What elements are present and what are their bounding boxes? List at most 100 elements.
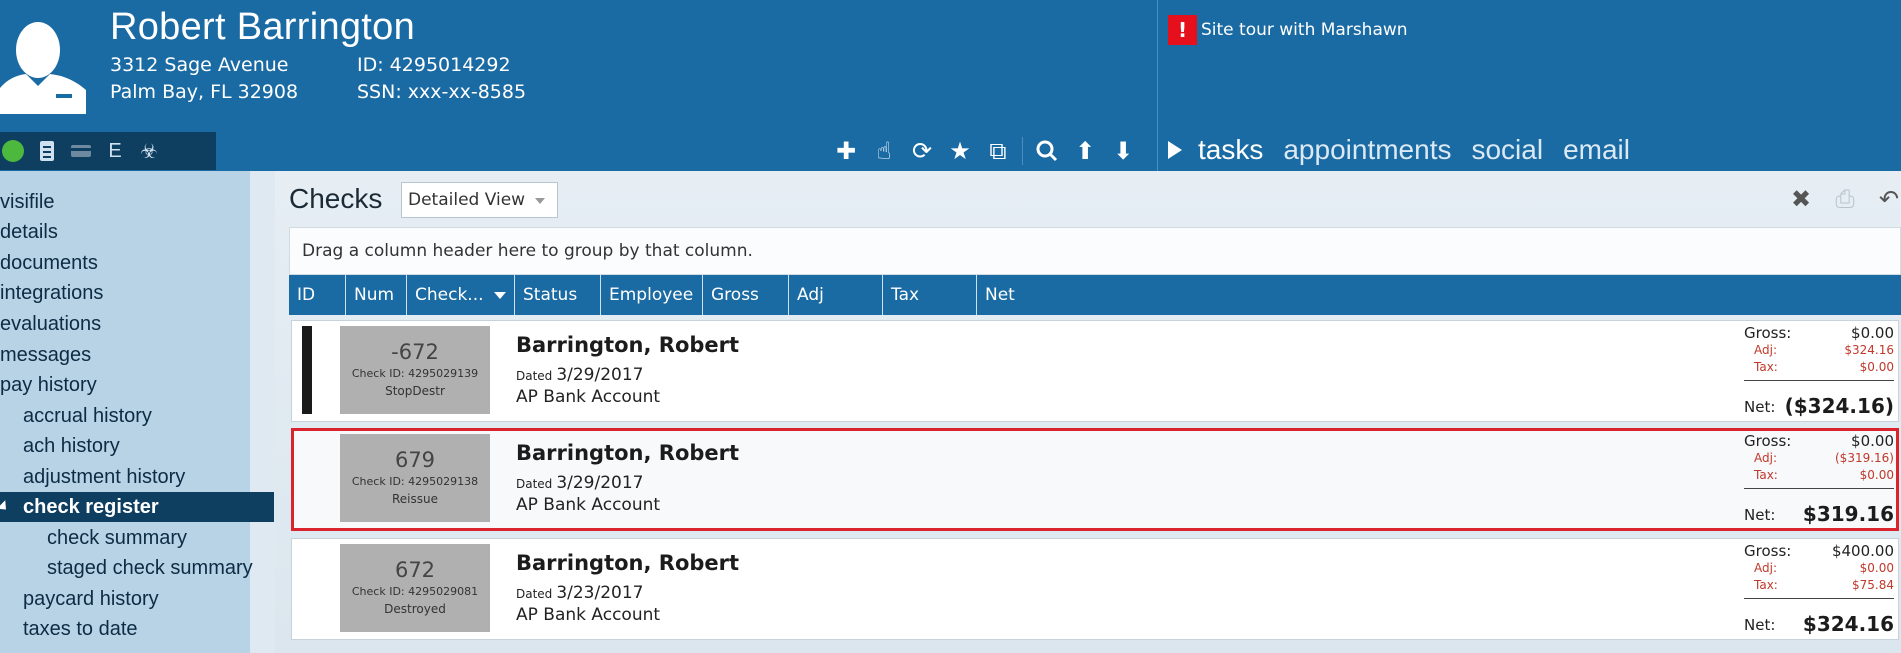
tab-social[interactable]: social [1471, 134, 1543, 166]
sidebar-item-details[interactable]: details [0, 217, 274, 247]
employee-ssn: SSN: xxx-xx-8585 [357, 81, 527, 103]
column-header-status[interactable]: Status [514, 275, 600, 315]
task-nav: tasks appointments social email [1168, 130, 1650, 170]
play-icon[interactable] [1168, 141, 1182, 159]
header-toolbar: ✚ ☝ ⟳ ★ ⧉ ⬆ ⬇ [832, 134, 1137, 168]
tab-email[interactable]: email [1563, 134, 1630, 166]
check-summary: Gross: $0.00 Adj: $324.16 Tax: $0.00 Net: ($… [1744, 324, 1894, 418]
arrow-up-icon[interactable]: ⬆ [1071, 136, 1099, 166]
sidebar: visifile details documents integrations … [0, 171, 274, 653]
sidebar-item-check-summary[interactable]: check summary [0, 523, 274, 553]
sidebar-item-accrual-history[interactable]: accrual history [0, 401, 274, 431]
bank-account: AP Bank Account [516, 387, 661, 407]
net-label: Net: [1744, 506, 1776, 524]
view-select-value: Detailed View [408, 190, 526, 210]
gross-value: $0.00 [1851, 324, 1894, 342]
gross-label: Gross: [1744, 542, 1792, 560]
check-tile[interactable]: 679 Check ID: 4295029138 Reissue [340, 434, 490, 522]
check-tile[interactable]: 672 Check ID: 4295029081 Destroyed [340, 544, 490, 632]
column-header-id[interactable]: ID [289, 275, 345, 315]
column-header-gross[interactable]: Gross [702, 275, 788, 315]
check-row[interactable]: -672 Check ID: 4295029139 StopDestr Barr… [291, 320, 1899, 422]
check-status: Destroyed [384, 602, 446, 616]
e-verify-icon[interactable]: E [104, 139, 126, 163]
site-tour-notice[interactable]: ! Site tour with Marshawn [1168, 15, 1408, 45]
tab-appointments[interactable]: appointments [1283, 134, 1451, 166]
bank-account: AP Bank Account [516, 495, 661, 515]
sidebar-item-visifile[interactable]: visifile [0, 187, 274, 217]
net-label: Net: [1744, 398, 1776, 416]
card-icon[interactable] [70, 139, 92, 163]
employee-name: Robert Barrington [110, 6, 416, 48]
employee-name-cell: Barrington, Robert [516, 333, 740, 357]
address-line2: Palm Bay, FL 32908 [110, 81, 299, 103]
gross-value: $0.00 [1851, 432, 1894, 450]
site-tour-text[interactable]: Site tour with Marshawn [1201, 20, 1408, 40]
check-summary: Gross: $0.00 Adj: ($319.16) Tax: $0.00 Net:… [1744, 432, 1894, 526]
column-header-check[interactable]: Check... [406, 275, 514, 315]
adj-value: $324.16 [1844, 343, 1894, 357]
group-by-bar[interactable]: Drag a column header here to group by th… [289, 227, 1901, 275]
column-header-adj[interactable]: Adj [788, 275, 882, 315]
sidebar-item-evaluations[interactable]: evaluations [0, 309, 274, 339]
employee-header: Robert Barrington 3312 Sage Avenue Palm … [0, 0, 1901, 171]
sort-desc-icon [493, 291, 506, 299]
column-header-employee[interactable]: Employee [600, 275, 702, 315]
employee-address: 3312 Sage Avenue Palm Bay, FL 32908 [110, 52, 298, 106]
column-header-tax[interactable]: Tax [882, 275, 976, 315]
add-icon[interactable]: ✚ [832, 136, 860, 166]
check-date: Dated 3/23/2017 [516, 583, 643, 603]
tab-tasks[interactable]: tasks [1198, 134, 1263, 166]
column-header-net[interactable]: Net [976, 275, 1076, 315]
sidebar-item-pay-history[interactable]: pay history [0, 370, 274, 400]
close-icon[interactable]: ✖ [1789, 185, 1813, 213]
online-status-icon[interactable] [2, 139, 24, 163]
sidebar-item-integrations[interactable]: integrations [0, 278, 274, 308]
undo-icon[interactable]: ↶ [1877, 185, 1901, 213]
column-header-check-label: Check... [415, 285, 484, 305]
net-value: $324.16 [1802, 612, 1894, 636]
adj-label: Adj: [1754, 561, 1777, 575]
employee-name-cell: Barrington, Robert [516, 551, 740, 575]
sidebar-item-adjustment-history[interactable]: adjustment history [0, 462, 274, 492]
check-id: Check ID: 4295029138 [351, 475, 479, 488]
sidebar-item-messages[interactable]: messages [0, 340, 274, 370]
view-select[interactable]: Detailed View [401, 182, 558, 218]
column-header-num[interactable]: Num [345, 275, 406, 315]
sidebar-item-ach-history[interactable]: ach history [0, 431, 274, 461]
check-row[interactable]: 679 Check ID: 4295029138 Reissue Barring… [291, 428, 1899, 531]
print-icon[interactable]: ⎙ [1833, 185, 1857, 213]
arrow-down-icon[interactable]: ⬇ [1109, 136, 1137, 166]
search-icon[interactable] [1033, 136, 1061, 166]
check-date: Dated 3/29/2017 [516, 473, 643, 493]
net-value: ($324.16) [1784, 394, 1894, 418]
sidebar-item-documents[interactable]: documents [0, 248, 274, 278]
gross-value: $400.00 [1831, 542, 1894, 560]
summary-rule [1744, 380, 1894, 381]
star-icon[interactable]: ★ [946, 136, 974, 166]
check-tile[interactable]: -672 Check ID: 4295029139 StopDestr [340, 326, 490, 414]
dated-label: Dated [516, 587, 553, 601]
refresh-icon[interactable]: ⟳ [908, 136, 936, 166]
pointer-icon[interactable]: ☝ [870, 136, 898, 166]
medical-icon[interactable]: ☣ [138, 139, 160, 163]
net-value: $319.16 [1802, 502, 1894, 526]
document-icon[interactable] [36, 139, 58, 163]
gross-label: Gross: [1744, 324, 1792, 342]
sidebar-item-taxes-to-date[interactable]: taxes to date [0, 614, 274, 644]
employee-avatar [0, 22, 86, 114]
panel-tools: ✖ ⎙ ↶ [1789, 185, 1901, 213]
net-label: Net: [1744, 616, 1776, 634]
sidebar-item-paycard-history[interactable]: paycard history [0, 584, 274, 614]
external-link-icon[interactable]: ⧉ [984, 136, 1012, 166]
adj-value: ($319.16) [1835, 451, 1894, 465]
alert-icon: ! [1168, 15, 1197, 45]
adj-value: $0.00 [1859, 561, 1894, 575]
employee-id: ID: 4295014292 [357, 54, 511, 76]
sidebar-item-staged-check-summary[interactable]: staged check summary [0, 553, 274, 583]
date-value: 3/23/2017 [556, 583, 644, 603]
check-row[interactable]: 672 Check ID: 4295029081 Destroyed Barri… [291, 538, 1899, 640]
check-summary: Gross: $400.00 Adj: $0.00 Tax: $75.84 Net: $… [1744, 542, 1894, 636]
check-number: 672 [394, 558, 436, 582]
sidebar-item-check-register[interactable]: check register [0, 492, 274, 522]
